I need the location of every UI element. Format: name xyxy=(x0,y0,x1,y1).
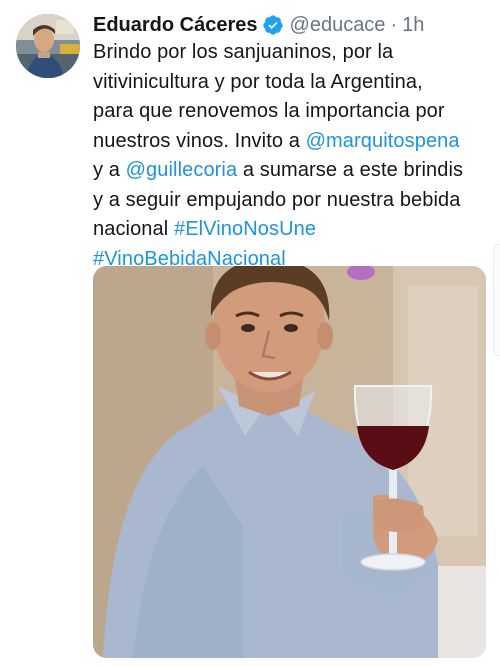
tweet-text-line: para que renovemos la importancia por xyxy=(93,100,445,122)
timestamp[interactable]: 1h xyxy=(402,12,424,38)
tweet-text-segment: a sumarse a este brindis xyxy=(237,159,464,181)
tweet-text-segment: y a xyxy=(93,159,126,181)
avatar-image xyxy=(16,14,80,78)
tweet-text-line: y a seguir empujando por nuestra bebida xyxy=(93,188,461,211)
tweet-text: Brindo por los sanjuaninos, por la vitiv… xyxy=(93,38,488,274)
tweet[interactable]: Eduardo Cáceres @educace · 1h Brindo por… xyxy=(0,0,500,667)
display-name[interactable]: Eduardo Cáceres xyxy=(93,12,258,38)
tweet-text-line: vitivinicultura y por toda la Argentina, xyxy=(93,70,423,93)
tweet-header: Eduardo Cáceres @educace · 1h xyxy=(93,10,424,40)
video-media[interactable] xyxy=(93,266,486,658)
tweet-text-segment: nacional xyxy=(93,218,174,240)
scrollbar[interactable] xyxy=(493,244,500,356)
handle[interactable]: @educace xyxy=(290,12,386,38)
hashtag-link-elvinonosune[interactable]: #ElVinoNosUne xyxy=(174,218,316,240)
separator: · xyxy=(390,14,398,36)
tweet-text-line: y a @guillecoria a sumarse a este brindi… xyxy=(93,156,488,186)
tweet-text-segment: nuestros vinos. Invito a xyxy=(93,129,306,152)
mention-link-marquitospena[interactable]: @marquitospena xyxy=(306,130,460,152)
avatar[interactable] xyxy=(16,14,80,78)
tweet-text-line: Brindo por los sanjuaninos, por la xyxy=(93,41,394,63)
mention-link-guillecoria[interactable]: @guillecoria xyxy=(126,159,238,181)
tweet-text-line: nuestros vinos. Invito a @marquitospena xyxy=(93,127,488,157)
video-thumbnail-image xyxy=(93,266,486,658)
verified-badge-icon xyxy=(262,14,284,36)
tweet-text-line: nacional #ElVinoNosUne xyxy=(93,215,488,245)
